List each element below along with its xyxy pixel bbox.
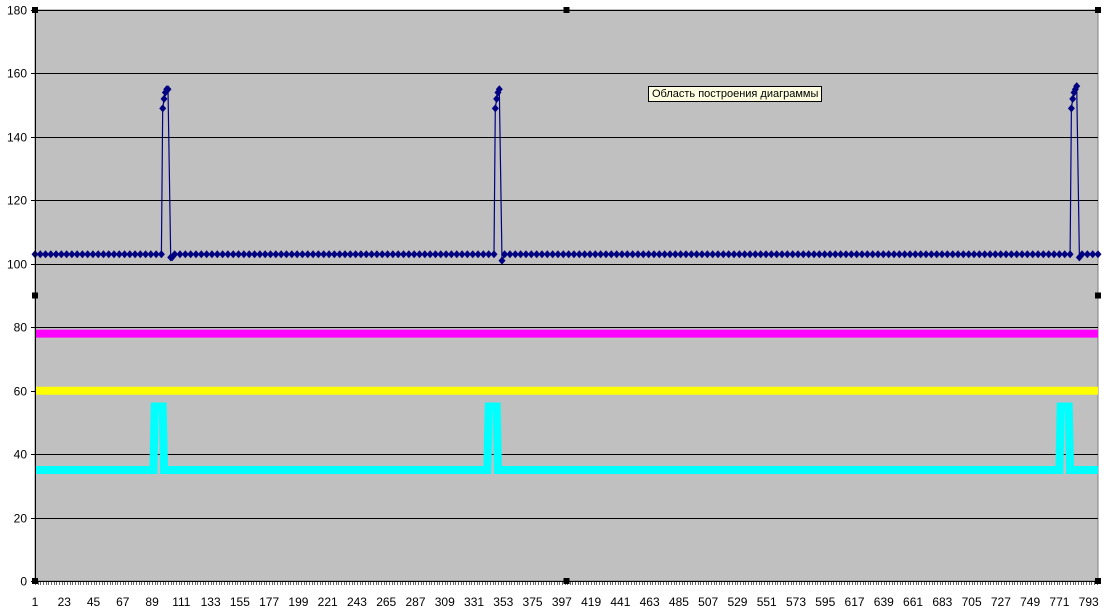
x-tick-label: 617: [845, 595, 865, 609]
chart: 0 20 40 60 80 100 120 140 160 180 1 23 45 67 89 111 133 1…: [7, 4, 1102, 609]
x-tick-label: 705: [962, 595, 982, 609]
x-tick-label: 221: [318, 595, 338, 609]
x-tick-label: 23: [58, 595, 72, 609]
x-tick-label: 397: [552, 595, 572, 609]
x-tick-label: 683: [932, 595, 952, 609]
x-tick-label: 727: [991, 595, 1011, 609]
x-tick-label: 89: [145, 595, 159, 609]
x-tick-label: 199: [288, 595, 308, 609]
x-tick-label: 639: [874, 595, 894, 609]
y-tick-label: 100: [7, 258, 27, 272]
x-tick-label: 287: [405, 595, 425, 609]
x-tick-label: 441: [610, 595, 630, 609]
y-tick-label: 20: [14, 512, 28, 526]
y-tick-label: 140: [7, 131, 27, 145]
chart-tooltip: Область построения диаграммы: [648, 86, 823, 102]
x-tick-label: 155: [230, 595, 250, 609]
y-tick-label: 120: [7, 194, 27, 208]
x-tick-label: 771: [1049, 595, 1069, 609]
x-tick-label: 177: [259, 595, 279, 609]
x-tick-label: 529: [727, 595, 747, 609]
selection-handle: [563, 7, 570, 13]
x-tick-label: 331: [464, 595, 484, 609]
selection-handle: [32, 292, 38, 299]
x-tick-label: 419: [581, 595, 601, 609]
x-tick-label: 793: [1079, 595, 1099, 609]
x-tick-label: 463: [640, 595, 660, 609]
x-tick-label: 133: [201, 595, 221, 609]
y-tick-label: 180: [7, 4, 27, 18]
x-tick-label: 243: [347, 595, 367, 609]
selection-handle: [1095, 7, 1101, 13]
selection-handle: [563, 578, 570, 584]
x-tick-label: 485: [669, 595, 689, 609]
y-tick-label: 0: [20, 575, 27, 589]
y-tick-label: 160: [7, 67, 27, 81]
x-tick-label: 353: [493, 595, 513, 609]
x-tick-label: 309: [435, 595, 455, 609]
x-tick-label: 749: [1020, 595, 1040, 609]
x-tick-label: 1: [32, 595, 39, 609]
x-tick-label: 507: [698, 595, 718, 609]
selection-handle: [1095, 578, 1101, 584]
x-tick-label: 67: [116, 595, 130, 609]
plot-area[interactable]: [34, 9, 1099, 582]
x-tick-label: 573: [786, 595, 806, 609]
x-tick-label: 265: [376, 595, 396, 609]
selection-handle: [1095, 292, 1101, 299]
y-tick-label: 60: [14, 385, 28, 399]
x-tick-label: 661: [903, 595, 923, 609]
y-tick-label: 80: [14, 321, 28, 335]
x-tick-label: 111: [172, 595, 191, 609]
y-tick-label: 40: [14, 448, 28, 462]
plot-background[interactable]: [34, 9, 1099, 582]
x-tick-label: 595: [815, 595, 835, 609]
x-tick-label: 45: [87, 595, 101, 609]
selection-handle: [32, 578, 38, 584]
selection-handle: [32, 7, 38, 13]
x-tick-label: 551: [757, 595, 777, 609]
x-tick-label: 375: [523, 595, 543, 609]
